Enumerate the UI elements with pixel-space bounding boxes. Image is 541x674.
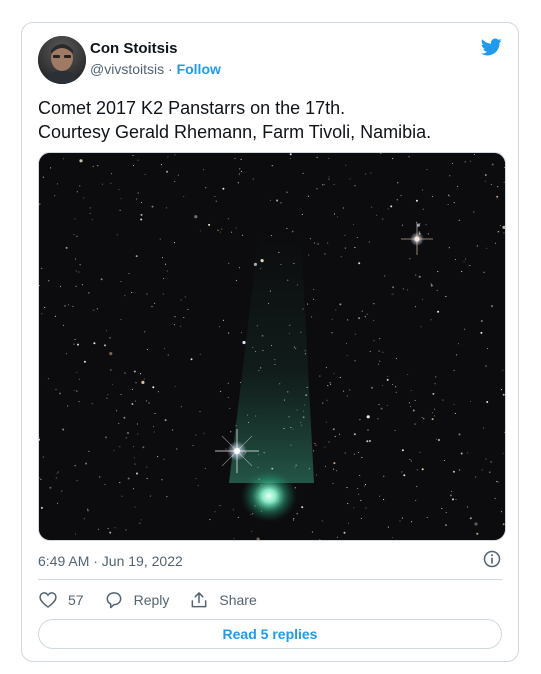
author-handle[interactable]: @vivstoitsis [90, 61, 164, 77]
reply-bubble-icon [106, 592, 121, 609]
share-icon [191, 592, 207, 608]
author-handle-row: @vivstoitsis · Follow [90, 61, 221, 77]
heart-icon [39, 592, 57, 608]
tweet-text-line: Courtesy Gerald Rhemann, Farm Tivoli, Na… [38, 122, 432, 142]
handle-separator: · [168, 61, 173, 77]
author-name[interactable]: Con Stoitsis [90, 40, 178, 57]
avatar[interactable] [38, 36, 86, 84]
like-button[interactable]: 57 [38, 590, 84, 610]
tweet-card: Con Stoitsis @vivstoitsis · Follow Comet… [21, 22, 519, 662]
read-replies-button[interactable]: Read 5 replies [38, 619, 502, 649]
follow-button[interactable]: Follow [177, 61, 221, 77]
action-bar: 57 Reply Share [38, 589, 277, 611]
like-count: 57 [68, 592, 84, 608]
share-label: Share [219, 592, 257, 608]
share-button[interactable]: Share [189, 590, 257, 610]
info-icon[interactable] [482, 549, 502, 569]
reply-button[interactable]: Reply [104, 590, 170, 610]
tweet-text: Comet 2017 K2 Panstarrs on the 17th. Cou… [38, 96, 498, 144]
divider [38, 579, 502, 580]
reply-label: Reply [133, 592, 170, 608]
twitter-bird-icon[interactable] [480, 36, 502, 58]
tweet-timestamp[interactable]: 6:49 AM · Jun 19, 2022 [38, 553, 183, 569]
tweet-text-line: Comet 2017 K2 Panstarrs on the 17th. [38, 98, 346, 118]
comet-photo[interactable] [38, 152, 506, 541]
